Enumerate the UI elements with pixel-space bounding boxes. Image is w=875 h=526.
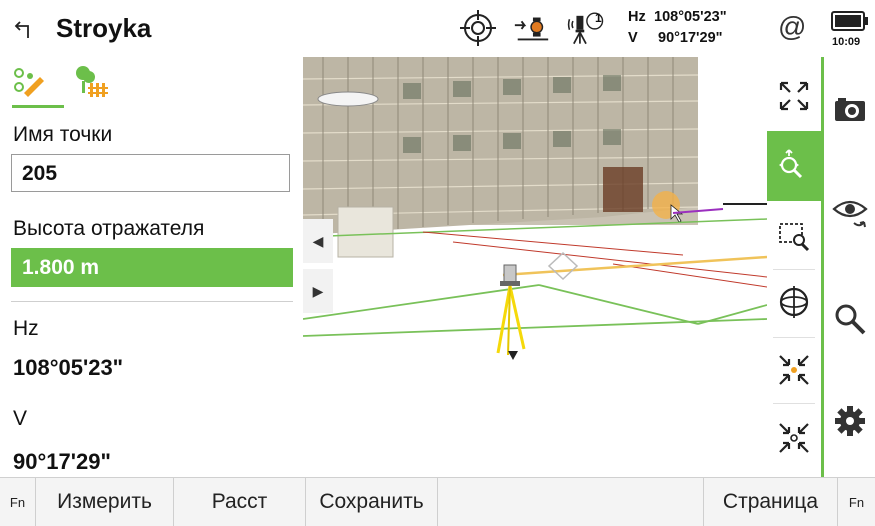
point-cloud-scene bbox=[303, 57, 767, 337]
orbit-icon bbox=[779, 286, 809, 318]
v-value: 90°17'29" bbox=[658, 30, 723, 46]
reflector-prism-icon bbox=[514, 17, 549, 41]
target-button[interactable] bbox=[458, 8, 498, 48]
target-crosshair-icon bbox=[460, 10, 496, 46]
page-button[interactable]: Страница bbox=[704, 478, 838, 526]
app-title: Stroyka bbox=[56, 13, 152, 43]
tool-separator bbox=[773, 403, 815, 404]
arrow-right-icon: ▶ bbox=[312, 282, 324, 299]
title-bar: Stroyka 1 Hz 108°05'23" V 90°17'29" @ 10… bbox=[0, 0, 875, 58]
reflector-button[interactable] bbox=[512, 8, 552, 48]
display-tools-toolbar bbox=[824, 57, 875, 477]
point-cloud-view[interactable]: ◀ ▶ bbox=[303, 57, 767, 477]
v-label: V bbox=[628, 30, 638, 46]
zoom-to-instrument-icon bbox=[779, 149, 803, 179]
zoom-window-icon bbox=[779, 223, 810, 252]
battery-icon bbox=[831, 11, 868, 31]
point-name-label: Имя точки bbox=[13, 123, 113, 146]
zoom-center-icon bbox=[779, 423, 809, 453]
zoom-center-button[interactable] bbox=[767, 405, 821, 471]
hz-label: Hz bbox=[628, 9, 646, 25]
tree-fence-icon bbox=[76, 66, 108, 97]
view-tools-toolbar bbox=[767, 57, 824, 477]
panel-tabs bbox=[10, 63, 120, 108]
pan-right-button[interactable]: ▶ bbox=[303, 269, 333, 313]
reflector-height-label: Высота отражателя bbox=[13, 217, 205, 240]
back-arrow-icon bbox=[14, 21, 29, 38]
panel-divider bbox=[11, 301, 293, 302]
softkey-bar: Fn Измерить Расст Сохранить Страница Fn bbox=[0, 477, 875, 526]
tab-survey-points[interactable] bbox=[10, 63, 50, 103]
fn-left-key[interactable]: Fn bbox=[0, 478, 36, 526]
instrument-badge-number: 1 bbox=[595, 11, 602, 25]
zoom-window-button[interactable] bbox=[767, 203, 821, 269]
angle-readout: Hz 108°05'23" V 90°17'29" bbox=[628, 7, 727, 49]
settings-gear-icon bbox=[834, 406, 865, 436]
zoom-to-instrument-button[interactable] bbox=[767, 131, 821, 201]
settings-button[interactable] bbox=[824, 391, 875, 451]
back-button[interactable] bbox=[8, 12, 42, 46]
fit-extents-icon bbox=[779, 81, 809, 111]
camera-icon bbox=[834, 98, 865, 121]
measure-button[interactable]: Измерить bbox=[36, 478, 174, 526]
search-magnifier-icon bbox=[835, 304, 865, 335]
fit-extents-button[interactable] bbox=[767, 63, 821, 129]
instrument-status[interactable]: 1 bbox=[566, 8, 606, 48]
distance-button[interactable]: Расст bbox=[174, 478, 306, 526]
left-panel: Имя точки 205 Высота отражателя 1.800 m … bbox=[0, 57, 303, 477]
instrument-tripod-icon bbox=[496, 264, 526, 360]
clock-time: 10:09 bbox=[832, 36, 861, 48]
hz-value: 108°05'23" bbox=[654, 9, 727, 25]
visibility-eye-icon bbox=[831, 200, 868, 228]
fn-right-key[interactable]: Fn bbox=[838, 478, 875, 526]
reflector-height-input[interactable]: 1.800 m bbox=[11, 248, 293, 287]
search-button[interactable] bbox=[824, 289, 875, 349]
active-tab-indicator bbox=[12, 105, 64, 108]
hz-field-value: 108°05'23" bbox=[13, 355, 124, 380]
survey-points-icon bbox=[14, 68, 44, 97]
at-connection-icon[interactable]: @ bbox=[778, 11, 806, 43]
orbit-button[interactable] bbox=[767, 269, 821, 335]
save-button[interactable]: Сохранить bbox=[306, 478, 438, 526]
empty-softkey bbox=[438, 478, 704, 526]
point-name-input[interactable]: 205 bbox=[11, 154, 290, 192]
tab-site-objects[interactable] bbox=[70, 63, 110, 103]
v-field-value: 90°17'29" bbox=[13, 449, 111, 474]
zoom-in-arrows-icon bbox=[779, 355, 809, 385]
v-field-label: V bbox=[13, 407, 28, 430]
pan-left-button[interactable]: ◀ bbox=[303, 219, 333, 263]
camera-button[interactable] bbox=[824, 79, 875, 139]
arrow-left-icon: ◀ bbox=[312, 232, 324, 249]
zoom-in-button[interactable] bbox=[767, 337, 821, 403]
visibility-button[interactable] bbox=[824, 183, 875, 243]
hz-field-label: Hz bbox=[13, 317, 39, 340]
